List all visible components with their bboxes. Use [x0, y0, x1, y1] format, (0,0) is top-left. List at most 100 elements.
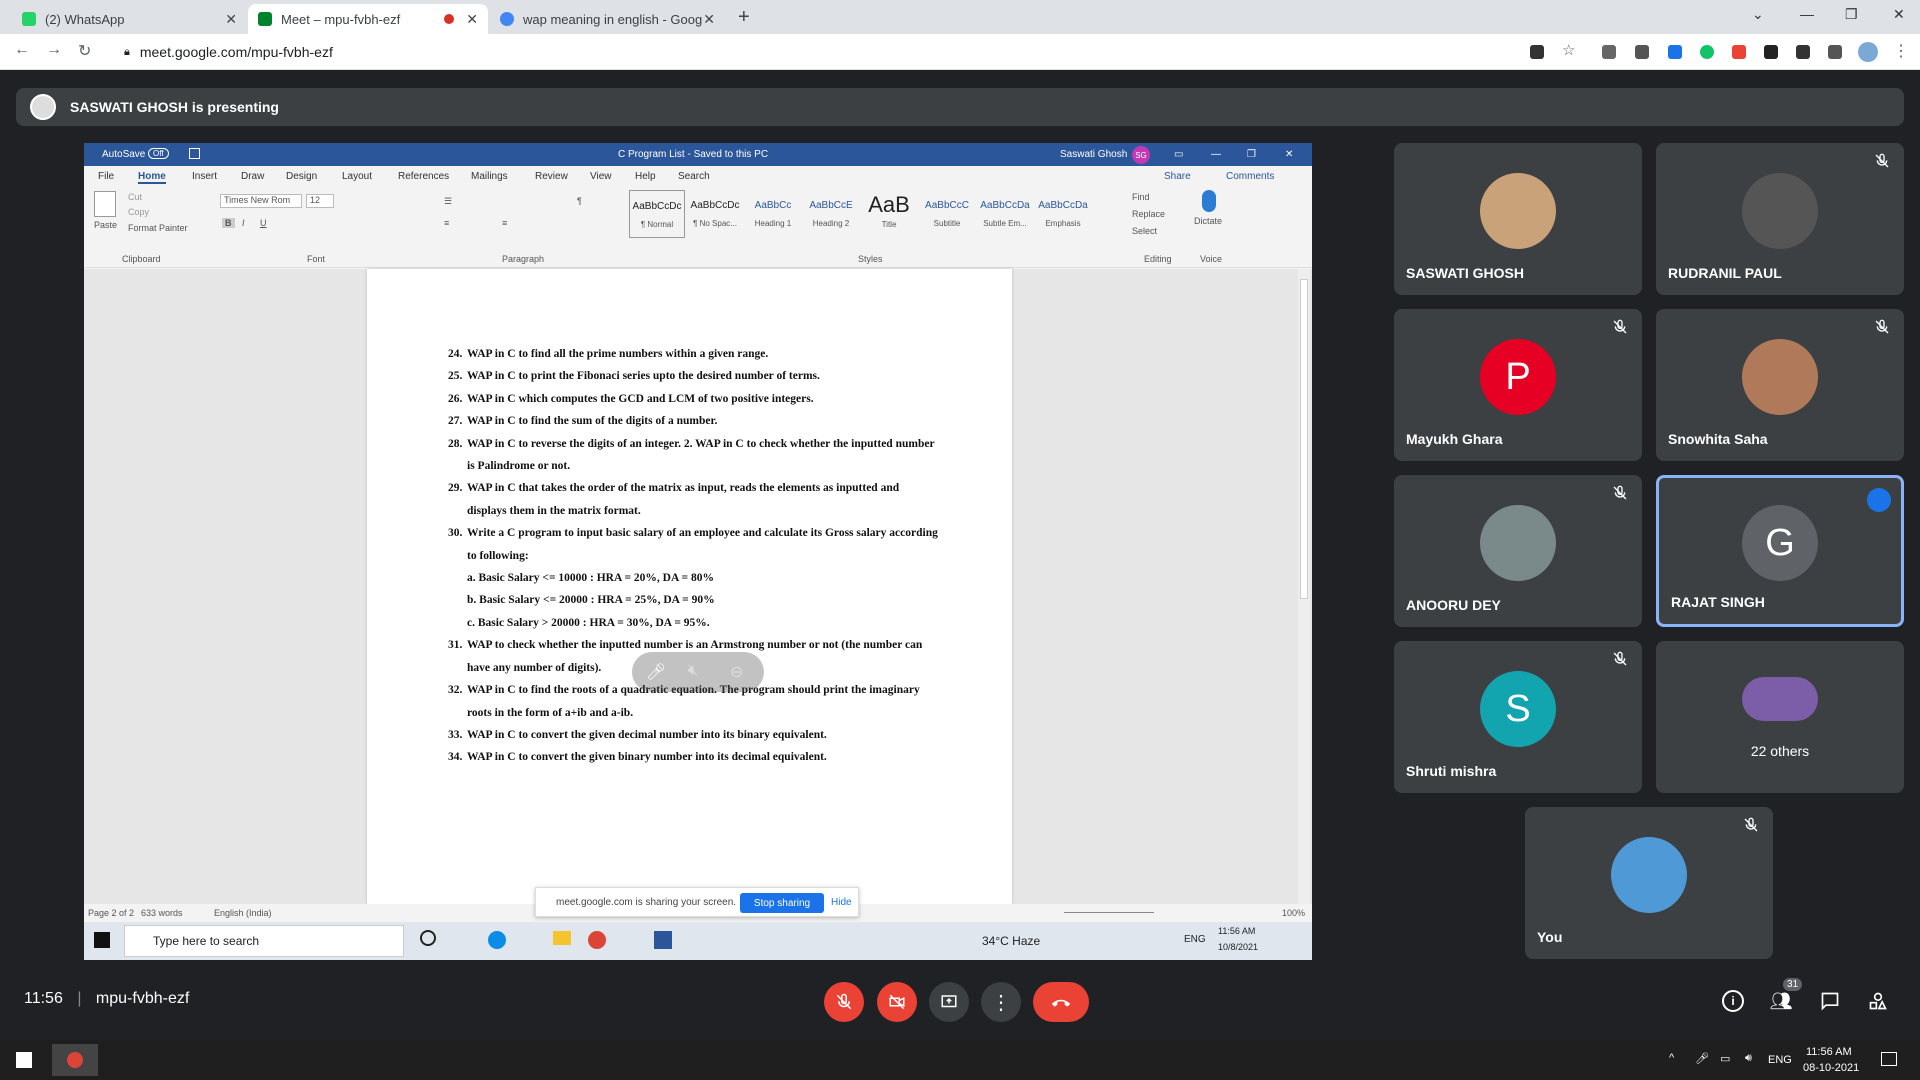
- autosave-toggle[interactable]: Off: [148, 148, 169, 159]
- document-scrollbar[interactable]: [1298, 269, 1310, 904]
- tab-whatsapp[interactable]: (2) WhatsApp ✕: [12, 4, 247, 34]
- reload-icon[interactable]: ↻: [78, 41, 91, 61]
- meeting-details-button[interactable]: i: [1720, 988, 1746, 1014]
- close-tab-icon[interactable]: ✕: [225, 11, 237, 28]
- select-button[interactable]: Select: [1132, 226, 1157, 236]
- profile-avatar[interactable]: [1858, 42, 1878, 62]
- menu-view[interactable]: View: [590, 171, 612, 182]
- menu-search[interactable]: Search: [678, 171, 710, 182]
- menu-insert[interactable]: Insert: [192, 171, 217, 182]
- camera-toggle-button[interactable]: [877, 982, 917, 1022]
- align-right-icon[interactable]: ≡: [502, 218, 507, 228]
- tab-search-icon[interactable]: ⌄: [1752, 6, 1764, 23]
- word-close[interactable]: ✕: [1285, 149, 1293, 160]
- hide-button[interactable]: Hide: [831, 897, 852, 908]
- dictate-button[interactable]: Dictate: [1194, 216, 1222, 226]
- style-5[interactable]: AaBbCcC Subtitle: [919, 190, 975, 238]
- camera-icon[interactable]: [1530, 45, 1544, 59]
- menu-dots-icon[interactable]: ⋮: [1893, 41, 1909, 61]
- menu-mailings[interactable]: Mailings: [471, 171, 508, 182]
- comments-button[interactable]: Comments: [1226, 171, 1274, 182]
- italic-button[interactable]: I: [242, 218, 245, 228]
- extension-icon[interactable]: [1732, 45, 1746, 59]
- style-3[interactable]: AaBbCcE Heading 2: [803, 190, 859, 238]
- participant-tile[interactable]: S Shruti mishra: [1394, 641, 1642, 793]
- more-options-button[interactable]: ⋮: [981, 982, 1021, 1022]
- mic-toggle-button[interactable]: [824, 982, 864, 1022]
- cast-icon[interactable]: [1764, 45, 1778, 59]
- zoom-slider[interactable]: [1064, 912, 1154, 913]
- puzzle-icon[interactable]: [1828, 45, 1842, 59]
- stop-sharing-button[interactable]: Stop sharing: [740, 893, 824, 913]
- menu-layout[interactable]: Layout: [342, 171, 372, 182]
- replace-button[interactable]: Replace: [1132, 209, 1165, 219]
- volume-off-icon[interactable]: 🔇︎: [688, 662, 698, 680]
- style-6[interactable]: AaBbCcDa Subtle Em...: [977, 190, 1033, 238]
- participant-tile[interactable]: SASWATI GHOSH: [1394, 143, 1642, 295]
- cortana-icon[interactable]: [420, 930, 436, 946]
- font-size-select[interactable]: 12: [306, 194, 334, 208]
- participant-tile[interactable]: RUDRANIL PAUL: [1656, 143, 1904, 295]
- save-icon[interactable]: [189, 148, 200, 159]
- user-avatar[interactable]: SG: [1132, 146, 1150, 164]
- chat-button[interactable]: [1817, 988, 1843, 1014]
- style-2[interactable]: AaBbCc Heading 1: [745, 190, 801, 238]
- microphone-icon[interactable]: [1202, 190, 1216, 212]
- bullets-icon[interactable]: ☰: [444, 196, 452, 207]
- style-4[interactable]: AaB Title: [861, 190, 917, 238]
- maximize-button[interactable]: ❐: [1845, 6, 1858, 23]
- grammarly-icon[interactable]: [1700, 45, 1714, 59]
- paste-icon[interactable]: [94, 191, 116, 217]
- word-restore[interactable]: ❐: [1247, 149, 1256, 160]
- participant-tile[interactable]: ANOORU DEY: [1394, 475, 1642, 627]
- back-icon[interactable]: ←: [14, 41, 30, 59]
- bookmark-star-icon[interactable]: ☆: [1562, 41, 1575, 59]
- menu-draw[interactable]: Draw: [241, 171, 264, 182]
- ribbon-display-icon[interactable]: ▭: [1174, 149, 1183, 160]
- close-tab-icon[interactable]: ✕: [466, 11, 478, 28]
- share-button[interactable]: Share: [1164, 171, 1191, 182]
- participant-tile[interactable]: You: [1525, 807, 1773, 959]
- style-0[interactable]: AaBbCcDc ¶ Normal: [629, 190, 685, 238]
- word-minimize[interactable]: —: [1211, 149, 1221, 160]
- menu-file[interactable]: File: [98, 171, 114, 182]
- extension-icon[interactable]: [1602, 45, 1616, 59]
- menu-references[interactable]: References: [398, 171, 449, 182]
- find-button[interactable]: Find: [1132, 192, 1150, 202]
- tab-meet[interactable]: Meet – mpu-fvbh-ezf ✕: [248, 4, 488, 34]
- windows-start-icon[interactable]: [16, 1052, 32, 1068]
- people-button[interactable]: 👥︎ 31: [1768, 978, 1803, 1014]
- word-icon[interactable]: [654, 931, 672, 949]
- remove-icon[interactable]: ⊖: [730, 662, 743, 682]
- forward-icon[interactable]: →: [46, 41, 62, 59]
- align-left-icon[interactable]: ≡: [444, 218, 449, 228]
- mic-tray-icon[interactable]: 🎤︎: [1695, 1052, 1709, 1065]
- notifications-icon[interactable]: [1881, 1052, 1897, 1066]
- menu-design[interactable]: Design: [286, 171, 317, 182]
- leave-call-button[interactable]: [1033, 982, 1089, 1022]
- windows-start-icon[interactable]: [94, 932, 110, 948]
- participant-tile[interactable]: 22 others: [1656, 641, 1904, 793]
- participant-tile[interactable]: P Mayukh Ghara: [1394, 309, 1642, 461]
- network-icon[interactable]: ▭: [1720, 1052, 1730, 1065]
- present-now-button[interactable]: [929, 982, 969, 1022]
- new-tab-button[interactable]: +: [738, 6, 750, 29]
- tab-google-search[interactable]: wap meaning in english - Google ✕: [490, 4, 725, 34]
- close-window-button[interactable]: ✕: [1893, 6, 1905, 23]
- tray-chevron-icon[interactable]: ^: [1669, 1052, 1674, 1064]
- document-page[interactable]: 24. WAP in C to find all the prime number…: [367, 269, 1012, 904]
- participant-tile[interactable]: G RAJAT SINGH: [1656, 475, 1904, 627]
- activities-button[interactable]: [1865, 988, 1891, 1014]
- chrome-icon[interactable]: [588, 931, 606, 949]
- minimize-button[interactable]: —: [1800, 6, 1814, 22]
- extension-icon[interactable]: [1796, 45, 1810, 59]
- close-tab-icon[interactable]: ✕: [703, 11, 715, 28]
- underline-button[interactable]: U: [260, 218, 267, 228]
- style-7[interactable]: AaBbCcDa Emphasis: [1035, 190, 1091, 238]
- menu-home[interactable]: Home: [138, 171, 166, 184]
- file-explorer-icon[interactable]: [553, 931, 571, 945]
- bold-button[interactable]: B: [222, 218, 235, 228]
- extension-icon[interactable]: [1635, 45, 1649, 59]
- extension-icon[interactable]: [1668, 45, 1682, 59]
- mic-off-icon[interactable]: 🎤︎: [646, 662, 666, 682]
